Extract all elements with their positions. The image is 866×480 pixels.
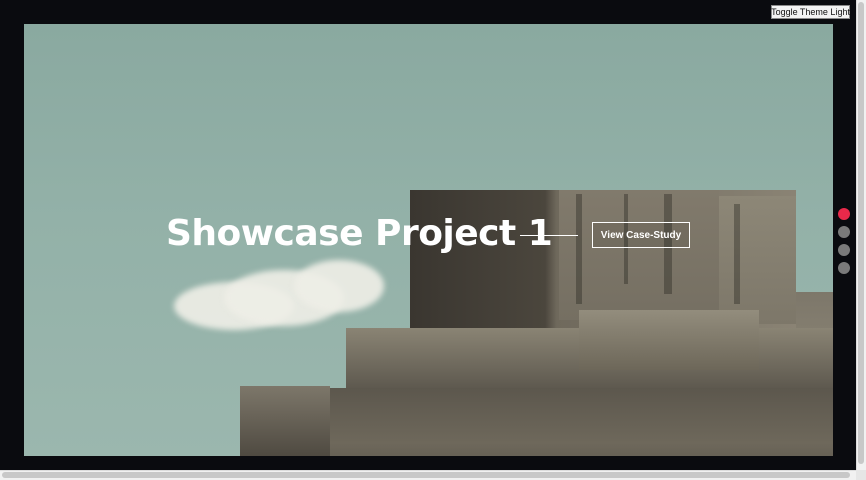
pagination-dot-4[interactable] bbox=[838, 262, 850, 274]
title-divider bbox=[520, 235, 578, 236]
toggle-theme-button[interactable]: Toggle Theme Light bbox=[771, 5, 850, 19]
vertical-scrollbar-thumb[interactable] bbox=[858, 2, 864, 464]
building-base bbox=[294, 388, 833, 456]
slide-title: Showcase Project 1 bbox=[166, 213, 553, 254]
scrollbar-corner bbox=[856, 470, 866, 480]
building-stain bbox=[734, 204, 740, 304]
pagination-dot-2[interactable] bbox=[838, 226, 850, 238]
pagination-dot-3[interactable] bbox=[838, 244, 850, 256]
building-tower-face bbox=[559, 190, 719, 320]
building-stain bbox=[576, 194, 582, 304]
view-case-study-button[interactable]: View Case-Study bbox=[592, 222, 690, 248]
building-tower-side bbox=[719, 196, 796, 324]
building-ledge bbox=[240, 386, 330, 456]
slide-pagination bbox=[838, 208, 850, 280]
building-ledge bbox=[579, 310, 759, 370]
viewport: Showcase Project 1 View Case-Study Toggl… bbox=[0, 0, 866, 480]
pagination-dot-1[interactable] bbox=[838, 208, 850, 220]
horizontal-scrollbar-thumb[interactable] bbox=[2, 472, 850, 478]
cloud bbox=[294, 260, 384, 312]
